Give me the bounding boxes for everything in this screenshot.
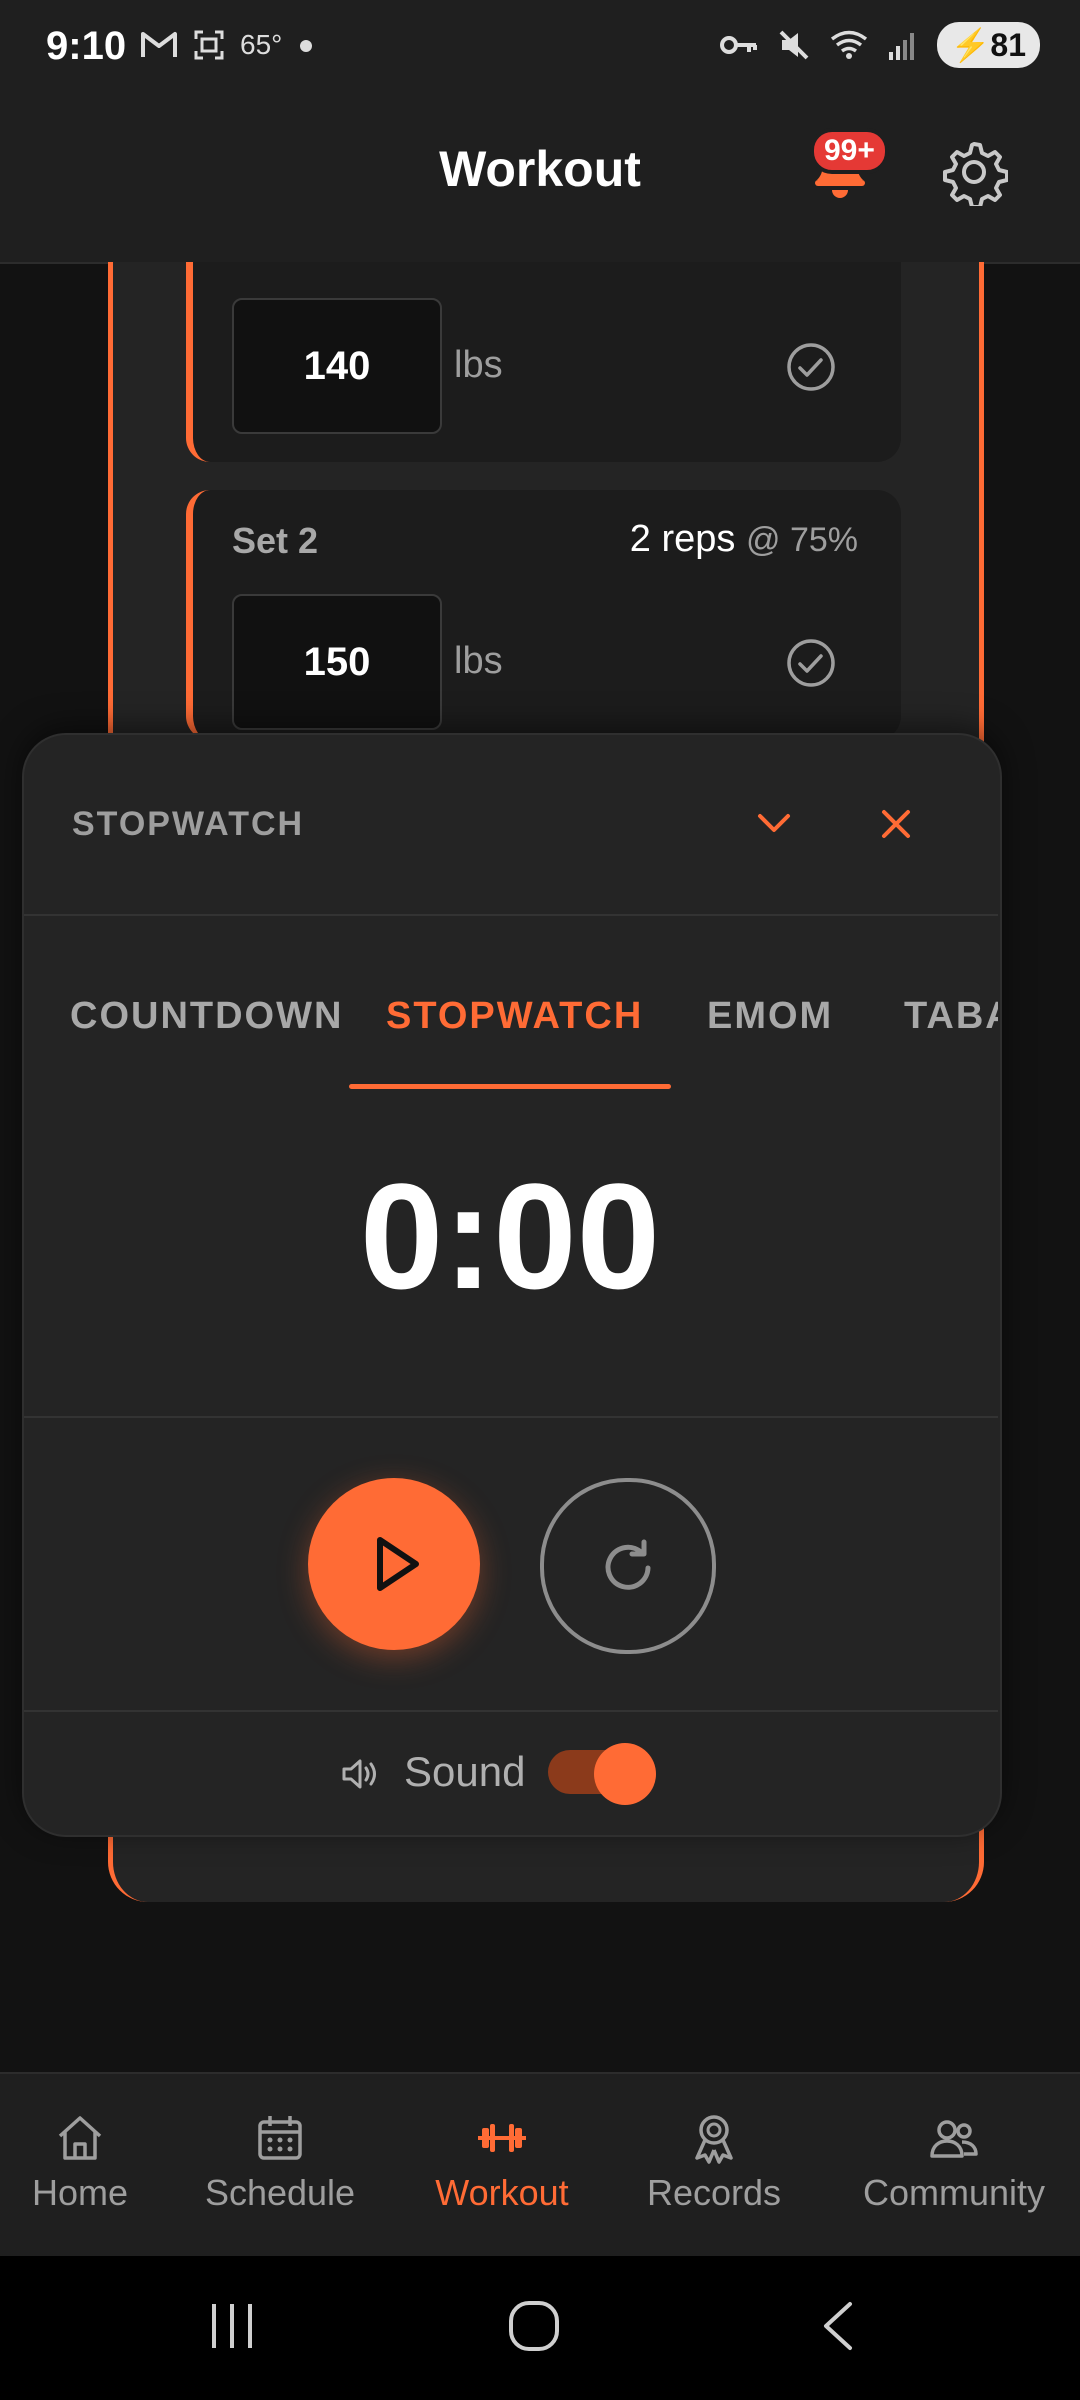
- recent-apps-icon[interactable]: [206, 2300, 258, 2352]
- sound-toggle-knob[interactable]: [594, 1743, 656, 1805]
- vpn-key-icon: [719, 36, 757, 54]
- set-reps: 2 reps @ 75%: [630, 518, 858, 561]
- back-icon[interactable]: [818, 2298, 858, 2354]
- set-label: Set 2: [232, 520, 319, 561]
- speaker-icon: [342, 1759, 376, 1789]
- chevron-down-icon[interactable]: [752, 806, 796, 842]
- weight-unit-set-2: lbs: [454, 640, 503, 682]
- reset-icon: [605, 1539, 651, 1590]
- nav-label-home: Home: [31, 2172, 129, 2213]
- page-title: Workout: [439, 141, 641, 197]
- status-left-icons: 65°: [140, 28, 282, 62]
- nav-label-workout: Workout: [435, 2172, 569, 2213]
- play-icon: [377, 1537, 419, 1591]
- people-icon: [930, 2120, 978, 2158]
- check-circle-icon[interactable]: [786, 342, 836, 392]
- nav-item-community[interactable]: Community: [854, 2110, 1054, 2214]
- sound-label: Sound: [404, 1748, 526, 1795]
- tab-countdown[interactable]: COUNTDOWN: [70, 995, 343, 1038]
- reps-count: 2 reps: [629, 518, 736, 560]
- status-time: 9:10: [46, 24, 127, 68]
- nav-item-schedule[interactable]: Schedule: [180, 2110, 380, 2214]
- mute-icon: [779, 30, 808, 60]
- home-icon: [58, 2116, 102, 2160]
- calendar-icon: [258, 2116, 302, 2160]
- active-tab-indicator: [349, 1084, 671, 1089]
- tab-stopwatch[interactable]: STOPWATCH: [386, 995, 643, 1038]
- weight-input-set-1[interactable]: 140: [232, 298, 442, 434]
- notification-badge: 99+: [810, 128, 889, 174]
- battery-level: 81: [990, 27, 1026, 63]
- weight-input-set-2[interactable]: 150: [232, 594, 442, 730]
- signal-icon: [888, 33, 914, 60]
- battery-indicator: ⚡81: [936, 22, 1040, 68]
- wifi-icon: [830, 30, 867, 59]
- status-temperature: 65°: [240, 29, 283, 60]
- nav-label-schedule: Schedule: [204, 2172, 356, 2213]
- reps-percent: @ 75%: [745, 521, 858, 559]
- nav-item-workout[interactable]: Workout: [402, 2110, 602, 2214]
- screenshot-icon: [194, 30, 224, 60]
- panel-divider: [24, 1710, 998, 1712]
- close-icon[interactable]: [876, 804, 916, 844]
- nav-label-community: Community: [862, 2172, 1046, 2213]
- timer-panel-title: STOPWATCH: [72, 805, 305, 843]
- timer-tabs: COUNTDOWN STOPWATCH EMOM TABATA: [24, 915, 998, 1095]
- dumbbell-icon: [478, 2124, 526, 2152]
- nav-item-records[interactable]: Records: [614, 2110, 814, 2214]
- nav-item-home[interactable]: Home: [0, 2110, 180, 2214]
- panel-divider: [24, 1416, 998, 1418]
- home-button-icon[interactable]: [506, 2298, 562, 2354]
- battery-bolt-icon: ⚡: [950, 27, 991, 63]
- weight-unit-set-1: lbs: [454, 344, 503, 386]
- award-icon: [695, 2115, 733, 2164]
- status-right-icons: ⚡81: [719, 22, 1040, 68]
- reset-button[interactable]: [540, 1478, 716, 1654]
- notification-dot-icon: [300, 40, 312, 52]
- tab-emom[interactable]: EMOM: [707, 995, 833, 1038]
- play-button[interactable]: [308, 1478, 480, 1650]
- gmail-icon: [141, 32, 177, 57]
- stopwatch-time: 0:00: [359, 1152, 661, 1320]
- gear-icon[interactable]: [940, 138, 1008, 206]
- check-circle-icon[interactable]: [786, 638, 836, 688]
- nav-label-records: Records: [646, 2172, 782, 2213]
- tab-tabata[interactable]: TABATA: [904, 995, 998, 1038]
